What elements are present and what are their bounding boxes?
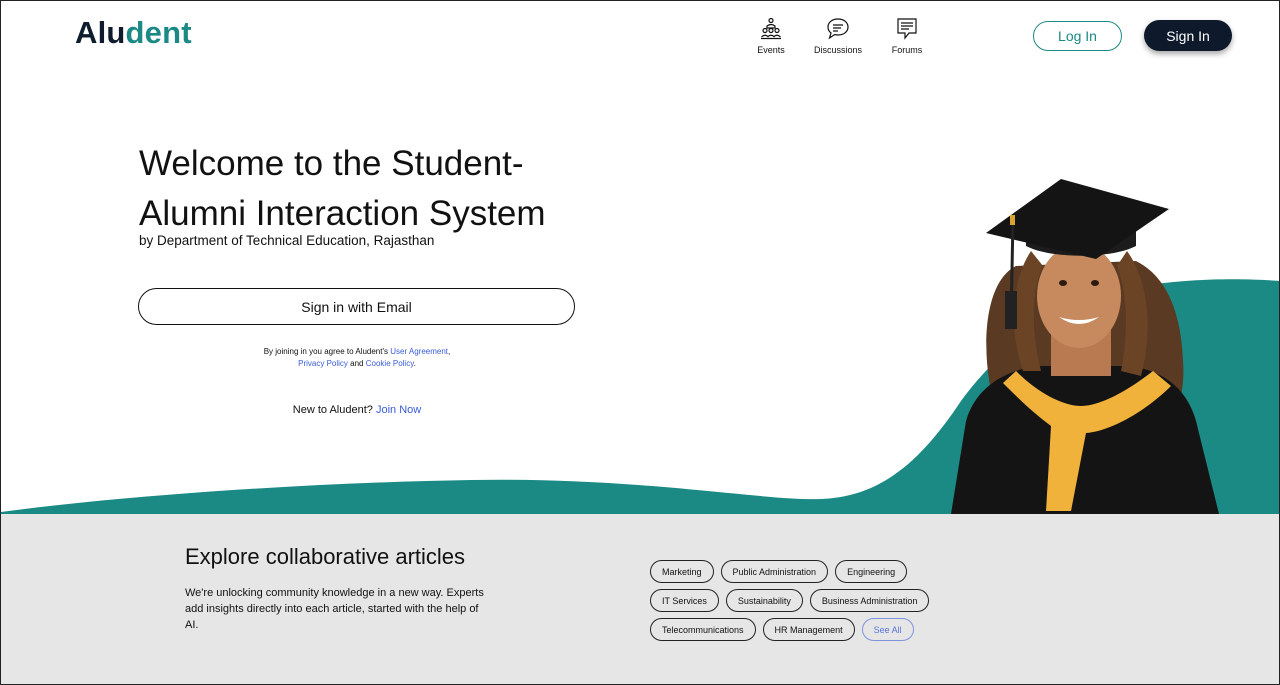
signin-button[interactable]: Sign In xyxy=(1144,20,1232,51)
logo-text-part2: dent xyxy=(125,15,192,50)
nav-discussions[interactable]: Discussions xyxy=(803,17,873,55)
tag-row: IT Services Sustainability Business Admi… xyxy=(650,589,970,612)
tag-it-services[interactable]: IT Services xyxy=(650,589,719,612)
join-now-link[interactable]: Join Now xyxy=(376,404,421,416)
tag-sustainability[interactable]: Sustainability xyxy=(725,589,803,612)
tag-row: Telecommunications HR Management See All xyxy=(650,618,970,641)
nav-forums-label: Forums xyxy=(891,45,923,55)
hero-title-line2: Alumni Interaction System xyxy=(139,194,546,233)
tag-marketing[interactable]: Marketing xyxy=(650,560,714,583)
events-icon xyxy=(761,17,781,40)
articles-description: We're unlocking community knowledge in a… xyxy=(185,587,484,631)
new-user-prompt: New to Aludent? Join Now xyxy=(207,404,507,416)
hero-title: Welcome to the Student- Alumni Interacti… xyxy=(139,139,609,239)
user-agreement-link[interactable]: User Agreement xyxy=(390,347,448,356)
tag-public-administration[interactable]: Public Administration xyxy=(720,560,829,583)
articles-title: Explore collaborative articles xyxy=(185,544,466,569)
see-all-button[interactable]: See All xyxy=(861,618,914,641)
agreement-end: . xyxy=(413,359,416,368)
hero-title-line1: Welcome to the Student- xyxy=(139,144,524,183)
agreement-prefix: By joining in you agree to Aludent's xyxy=(263,347,391,356)
sign-in-with-email-button[interactable]: Sign in with Email xyxy=(138,288,575,325)
hero-subtitle: by Department of Technical Education, Ra… xyxy=(139,233,435,248)
discussions-icon xyxy=(827,18,849,40)
cookie-policy-link[interactable]: Cookie Policy xyxy=(366,359,414,368)
agreement-text: By joining in you agree to Aludent's Use… xyxy=(207,346,507,370)
nav-events-label: Events xyxy=(757,45,785,55)
nav-events[interactable]: Events xyxy=(736,17,806,55)
article-tags: Marketing Public Administration Engineer… xyxy=(650,560,970,647)
privacy-policy-link[interactable]: Privacy Policy xyxy=(298,359,348,368)
logo-text-part1: Alu xyxy=(75,15,126,50)
tag-row: Marketing Public Administration Engineer… xyxy=(650,560,970,583)
nav-discussions-label: Discussions xyxy=(813,45,862,55)
tag-hr-management[interactable]: HR Management xyxy=(762,618,855,641)
agreement-and: and xyxy=(347,359,366,368)
agreement-comma: , xyxy=(448,347,451,356)
tag-telecommunications[interactable]: Telecommunications xyxy=(650,618,756,641)
articles-section: Explore collaborative articles We're unl… xyxy=(1,514,1279,684)
tag-engineering[interactable]: Engineering xyxy=(835,560,908,583)
nav-forums[interactable]: Forums xyxy=(872,17,942,55)
graduate-student-image xyxy=(951,179,1219,514)
new-user-prefix: New to Aludent? xyxy=(292,404,376,416)
tag-business-administration[interactable]: Business Administration xyxy=(809,589,930,612)
aludent-logo[interactable]: Aludent xyxy=(75,15,192,51)
landing-page: Aludent Events Discussions Forums Log In… xyxy=(0,0,1280,685)
login-button[interactable]: Log In xyxy=(1033,21,1122,51)
forums-icon xyxy=(897,18,917,40)
